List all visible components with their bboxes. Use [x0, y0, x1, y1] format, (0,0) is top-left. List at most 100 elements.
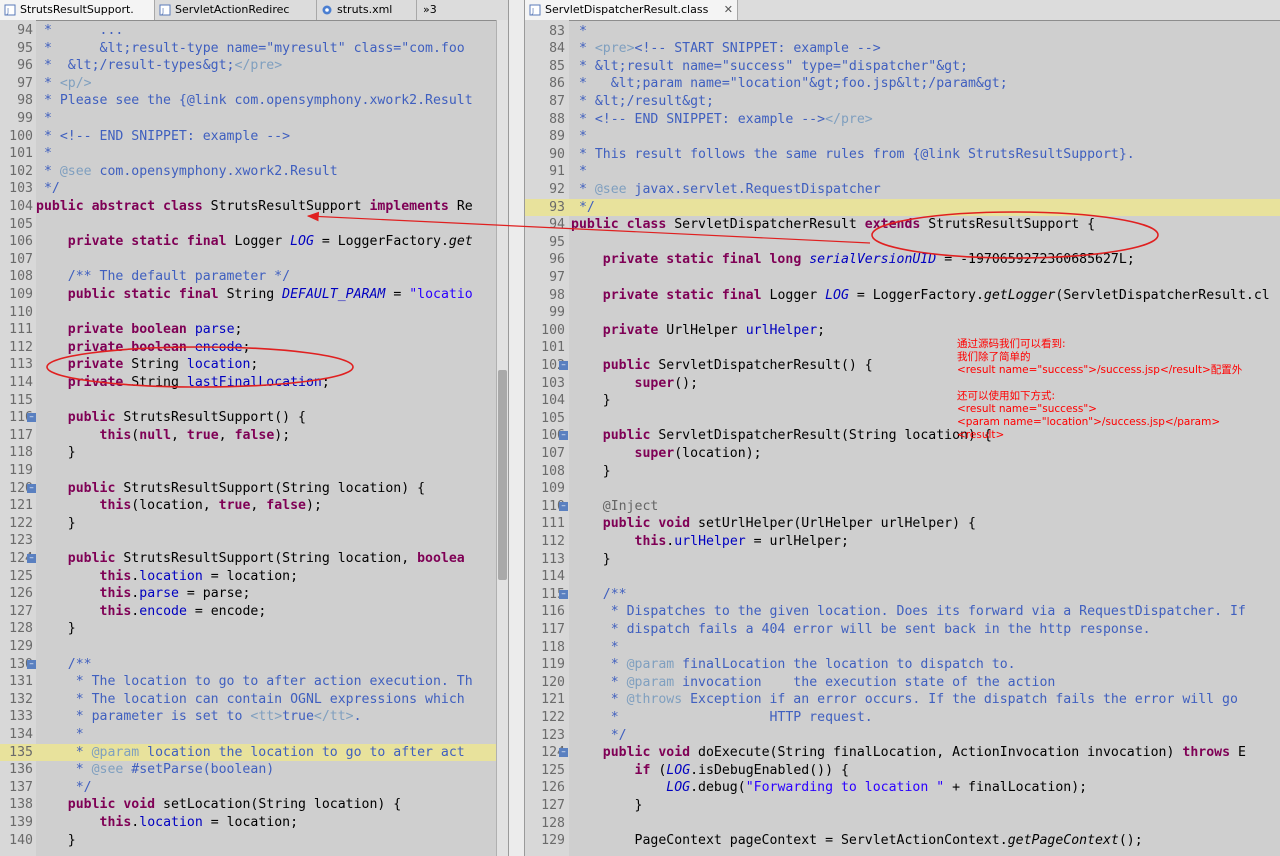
- code-line[interactable]: 131 * The location to go to after action…: [0, 673, 496, 691]
- code-line[interactable]: 128 }: [0, 620, 496, 638]
- code-line[interactable]: 136 * @see #setParse(boolean): [0, 761, 496, 779]
- code-line[interactable]: 101 *: [0, 145, 496, 163]
- code-line[interactable]: 130 /**: [0, 656, 496, 674]
- code-line[interactable]: 121 * @throws Exception if an error occu…: [525, 691, 1280, 709]
- code-line[interactable]: 84 * <pre><!-- START SNIPPET: example --…: [525, 40, 1280, 58]
- code-line[interactable]: 105: [0, 216, 496, 234]
- code-line[interactable]: 104 public abstract class StrutsResultSup…: [0, 198, 496, 216]
- code-line[interactable]: 126 this.parse = parse;: [0, 585, 496, 603]
- code-line[interactable]: 124 public StrutsResultSupport(String lo…: [0, 550, 496, 568]
- code-line[interactable]: 125 this.location = location;: [0, 568, 496, 586]
- code-line[interactable]: 85 * &lt;result name="success" type="dis…: [525, 58, 1280, 76]
- code-line[interactable]: 100 * <!-- END SNIPPET: example -->: [0, 128, 496, 146]
- code-line[interactable]: 96 * &lt;/result-types&gt;</pre>: [0, 57, 496, 75]
- code-line[interactable]: 134 *: [0, 726, 496, 744]
- more-tabs-button[interactable]: »3: [417, 0, 457, 20]
- code-line[interactable]: 117 this(null, true, false);: [0, 427, 496, 445]
- fold-toggle-icon[interactable]: −: [559, 431, 568, 441]
- code-line[interactable]: 106 private static final Logger LOG = Lo…: [0, 233, 496, 251]
- tab-strutsresultsupport[interactable]: J StrutsResultSupport.: [0, 0, 155, 20]
- code-line[interactable]: 137 */: [0, 779, 496, 797]
- code-line[interactable]: 119: [0, 462, 496, 480]
- fold-toggle-icon[interactable]: −: [559, 748, 568, 758]
- left-editor-pane[interactable]: J StrutsResultSupport. J ServletActionRe…: [0, 0, 508, 856]
- code-line[interactable]: 122 }: [0, 515, 496, 533]
- code-line[interactable]: 125 if (LOG.isDebugEnabled()) {: [525, 762, 1280, 780]
- fold-toggle-icon[interactable]: −: [27, 554, 36, 563]
- code-line[interactable]: 129: [0, 638, 496, 656]
- code-line[interactable]: 112 private boolean encode;: [0, 339, 496, 357]
- code-line[interactable]: 95: [525, 234, 1280, 252]
- code-line[interactable]: 139 this.location = location;: [0, 814, 496, 832]
- code-line[interactable]: 91 *: [525, 163, 1280, 181]
- code-line[interactable]: 92 * @see javax.servlet.RequestDispatche…: [525, 181, 1280, 199]
- code-line[interactable]: 140 }: [0, 832, 496, 850]
- code-line[interactable]: 88 * <!-- END SNIPPET: example --></pre>: [525, 111, 1280, 129]
- code-line[interactable]: 89 *: [525, 128, 1280, 146]
- code-line[interactable]: 109: [525, 480, 1280, 498]
- code-line[interactable]: 138 public void setLocation(String locat…: [0, 796, 496, 814]
- code-line[interactable]: 127 this.encode = encode;: [0, 603, 496, 621]
- code-line[interactable]: 95 * &lt;result-type name="myresult" cla…: [0, 40, 496, 58]
- tab-servletactionredirect[interactable]: J ServletActionRedirec: [155, 0, 317, 20]
- code-line[interactable]: 133 * parameter is set to <tt>true</tt>.: [0, 708, 496, 726]
- tab-servletdispatcherresult[interactable]: J ServletDispatcherResult.class ✕: [525, 0, 738, 20]
- code-line[interactable]: 111 public void setUrlHelper(UrlHelper u…: [525, 515, 1280, 533]
- fold-toggle-icon[interactable]: −: [559, 361, 568, 370]
- code-line[interactable]: 110 @Inject: [525, 498, 1280, 516]
- code-line[interactable]: 129 PageContext pageContext = ServletAct…: [525, 832, 1280, 850]
- pane-divider[interactable]: [508, 0, 525, 856]
- code-line[interactable]: 113 private String location;: [0, 356, 496, 374]
- code-line[interactable]: 108 }: [525, 463, 1280, 481]
- code-line[interactable]: 99 *: [0, 110, 496, 128]
- code-line[interactable]: 124 public void doExecute(String finalLo…: [525, 744, 1280, 762]
- left-code-editor[interactable]: 94 * ... 95 * &lt;result-type name="myres…: [0, 20, 508, 856]
- fold-toggle-icon[interactable]: −: [559, 589, 568, 599]
- code-line[interactable]: 90 * This result follows the same rules …: [525, 146, 1280, 164]
- code-line[interactable]: 122 * HTTP request.: [525, 709, 1280, 727]
- code-line[interactable]: 113 }: [525, 551, 1280, 569]
- code-line[interactable]: 103 */: [0, 180, 496, 198]
- scrollbar-thumb[interactable]: [498, 370, 507, 580]
- code-line[interactable]: 87 * &lt;/result&gt;: [525, 93, 1280, 111]
- code-line[interactable]: 126 LOG.debug("Forwarding to location " …: [525, 779, 1280, 797]
- code-line[interactable]: 100 private UrlHelper urlHelper;: [525, 322, 1280, 340]
- code-line[interactable]: 123 */: [525, 727, 1280, 745]
- code-line[interactable]: 121 this(location, true, false);: [0, 497, 496, 515]
- code-line[interactable]: 119 * @param finalLocation the location …: [525, 656, 1280, 674]
- code-line[interactable]: 127 }: [525, 797, 1280, 815]
- code-line[interactable]: 116 public StrutsResultSupport() {: [0, 409, 496, 427]
- code-line[interactable]: 118 *: [525, 639, 1280, 657]
- code-line[interactable]: 107: [0, 251, 496, 269]
- code-line[interactable]: 115: [0, 392, 496, 410]
- code-line[interactable]: 98 private static final Logger LOG = Log…: [525, 287, 1280, 305]
- code-line[interactable]: 97: [525, 269, 1280, 287]
- code-line[interactable]: 109 public static final String DEFAULT_P…: [0, 286, 496, 304]
- code-line[interactable]: 83 *: [525, 23, 1280, 41]
- code-line[interactable]: 86 * &lt;param name="location"&gt;foo.js…: [525, 75, 1280, 93]
- fold-toggle-icon[interactable]: −: [27, 659, 36, 669]
- fold-toggle-icon[interactable]: −: [27, 483, 36, 493]
- code-line[interactable]: 128: [525, 815, 1280, 833]
- code-line[interactable]: 120 public StrutsResultSupport(String lo…: [0, 480, 496, 498]
- code-line[interactable]: 115 /**: [525, 586, 1280, 604]
- code-line[interactable]: 123: [0, 532, 496, 550]
- tab-struts-xml[interactable]: struts.xml: [317, 0, 417, 20]
- code-line[interactable]: 112 this.urlHelper = urlHelper;: [525, 533, 1280, 551]
- code-line[interactable]: 114 private String lastFinalLocation;: [0, 374, 496, 392]
- code-line[interactable]: 94 public class ServletDispatcherResult e…: [525, 216, 1280, 234]
- code-line[interactable]: 107 super(location);: [525, 445, 1280, 463]
- code-line[interactable]: 114: [525, 568, 1280, 586]
- code-line[interactable]: 135 * @param location the location to go…: [0, 743, 496, 762]
- fold-toggle-icon[interactable]: −: [27, 413, 36, 423]
- code-line[interactable]: 111 private boolean parse;: [0, 321, 496, 339]
- code-line[interactable]: 117 * dispatch fails a 404 error will be…: [525, 621, 1280, 639]
- code-line[interactable]: 118 }: [0, 444, 496, 462]
- code-line[interactable]: 102 * @see com.opensymphony.xwork2.Resul…: [0, 163, 496, 181]
- code-line[interactable]: 99: [525, 304, 1280, 322]
- code-line[interactable]: 94 * ...: [0, 22, 496, 40]
- fold-toggle-icon[interactable]: −: [559, 501, 568, 511]
- code-line[interactable]: 97 * <p/>: [0, 75, 496, 93]
- left-vertical-scrollbar[interactable]: [496, 20, 508, 856]
- code-line[interactable]: 96 private static final long serialVersi…: [525, 251, 1280, 269]
